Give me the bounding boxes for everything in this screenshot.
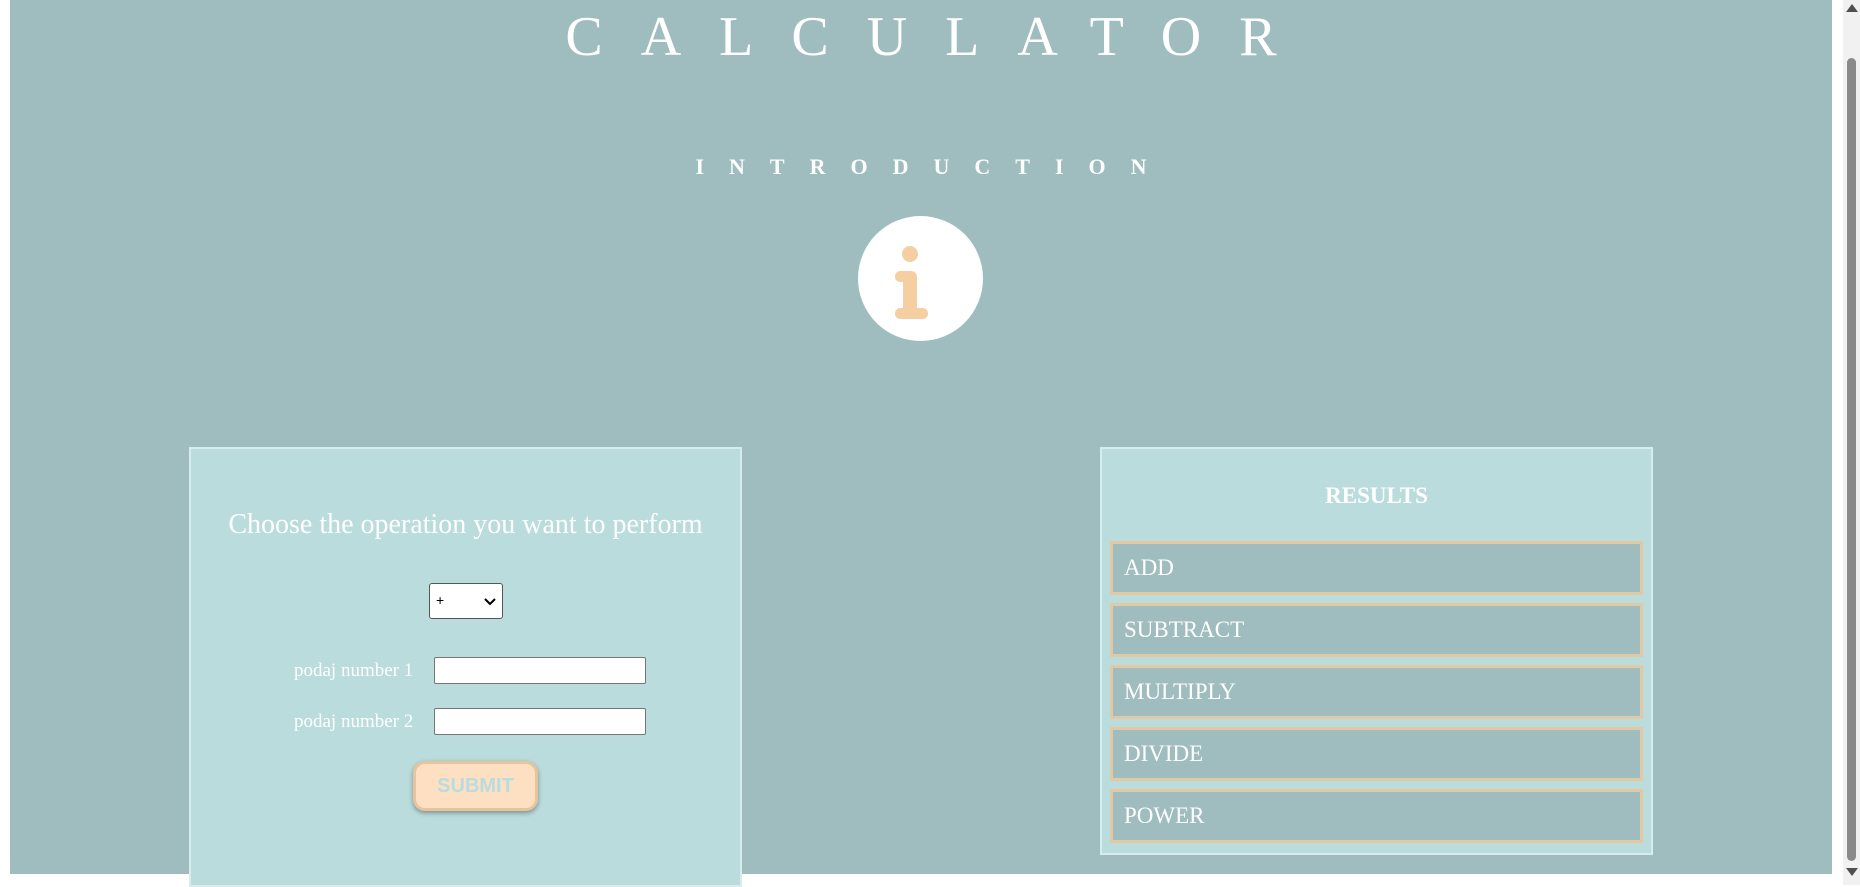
- page: CALCULATOR INTRODUCTION Choose the opera…: [10, 0, 1832, 887]
- result-power[interactable]: POWER: [1110, 789, 1643, 843]
- results-panel: RESULTS ADD SUBTRACT MULTIPLY DIVIDE POW…: [1100, 447, 1653, 855]
- number2-label: podaj number 2: [294, 711, 414, 732]
- chevron-down-icon: [484, 594, 496, 610]
- vertical-scrollbar[interactable]: [1843, 0, 1860, 885]
- results-heading: RESULTS: [1325, 483, 1428, 508]
- scroll-thumb[interactable]: [1847, 58, 1856, 861]
- number1-input[interactable]: [434, 657, 646, 684]
- page-title: CALCULATOR: [565, 6, 1315, 68]
- number2-row: podaj number 2: [191, 708, 740, 736]
- result-multiply[interactable]: MULTIPLY: [1110, 665, 1643, 719]
- scroll-up-arrow-icon[interactable]: [1846, 4, 1858, 12]
- operation-select-value: +: [436, 592, 445, 608]
- result-add[interactable]: ADD: [1110, 541, 1643, 595]
- operation-select[interactable]: +: [429, 583, 503, 619]
- number2-input[interactable]: [434, 708, 646, 735]
- submit-button[interactable]: SUBMIT: [413, 761, 538, 811]
- info-icon: [858, 216, 983, 341]
- result-subtract[interactable]: SUBTRACT: [1110, 603, 1643, 657]
- number1-label: podaj number 1: [294, 660, 414, 681]
- number1-row: podaj number 1: [191, 657, 740, 685]
- result-divide[interactable]: DIVIDE: [1110, 727, 1643, 781]
- operation-form-panel: Choose the operation you want to perform…: [189, 447, 742, 887]
- section-subtitle: INTRODUCTION: [695, 154, 1172, 179]
- scroll-down-arrow-icon[interactable]: [1846, 868, 1858, 876]
- operation-heading: Choose the operation you want to perform: [228, 509, 703, 540]
